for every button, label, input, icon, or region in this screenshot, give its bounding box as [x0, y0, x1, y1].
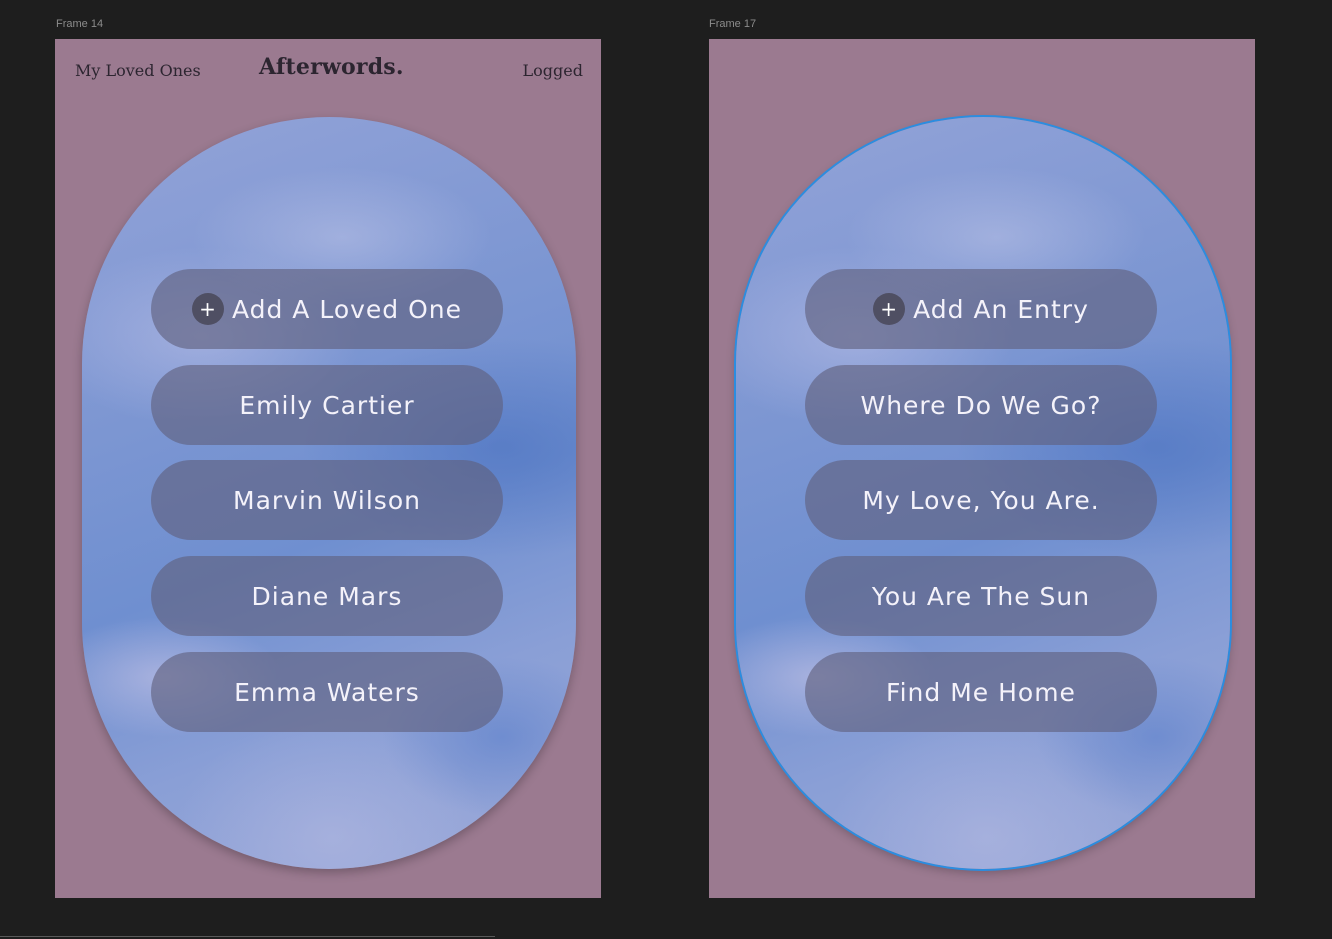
- canvas-divider: [0, 936, 495, 937]
- add-entry-label: Add An Entry: [913, 294, 1089, 324]
- frame-17[interactable]: + Add An Entry Where Do We Go? My Love, …: [709, 39, 1255, 898]
- sky-oval-background: + Add A Loved One Emily Cartier Marvin W…: [82, 117, 576, 869]
- sky-oval-background-selected[interactable]: + Add An Entry Where Do We Go? My Love, …: [736, 117, 1230, 869]
- nav-logged-link[interactable]: Logged: [523, 61, 583, 80]
- entry-item[interactable]: My Love, You Are.: [805, 460, 1157, 540]
- plus-icon: +: [873, 293, 906, 325]
- plus-icon: +: [191, 293, 224, 325]
- loved-one-item[interactable]: Marvin Wilson: [151, 460, 503, 540]
- loved-one-item[interactable]: Emma Waters: [151, 652, 503, 732]
- add-loved-one-button[interactable]: + Add A Loved One: [151, 269, 503, 349]
- entry-item[interactable]: Find Me Home: [805, 652, 1157, 732]
- frame-14[interactable]: My Loved Ones Afterwords. Logged + Add A…: [55, 39, 601, 898]
- loved-one-item[interactable]: Emily Cartier: [151, 365, 503, 445]
- frame-17-label[interactable]: Frame 17: [709, 18, 756, 30]
- add-entry-button[interactable]: + Add An Entry: [805, 269, 1157, 349]
- entry-item[interactable]: You Are The Sun: [805, 556, 1157, 636]
- frame-14-label[interactable]: Frame 14: [56, 18, 103, 30]
- entry-item[interactable]: Where Do We Go?: [805, 365, 1157, 445]
- nav-my-loved-ones-link[interactable]: My Loved Ones: [75, 61, 201, 80]
- brand-logo: Afterwords.: [259, 54, 404, 80]
- loved-one-item[interactable]: Diane Mars: [151, 556, 503, 636]
- add-loved-one-label: Add A Loved One: [231, 294, 463, 324]
